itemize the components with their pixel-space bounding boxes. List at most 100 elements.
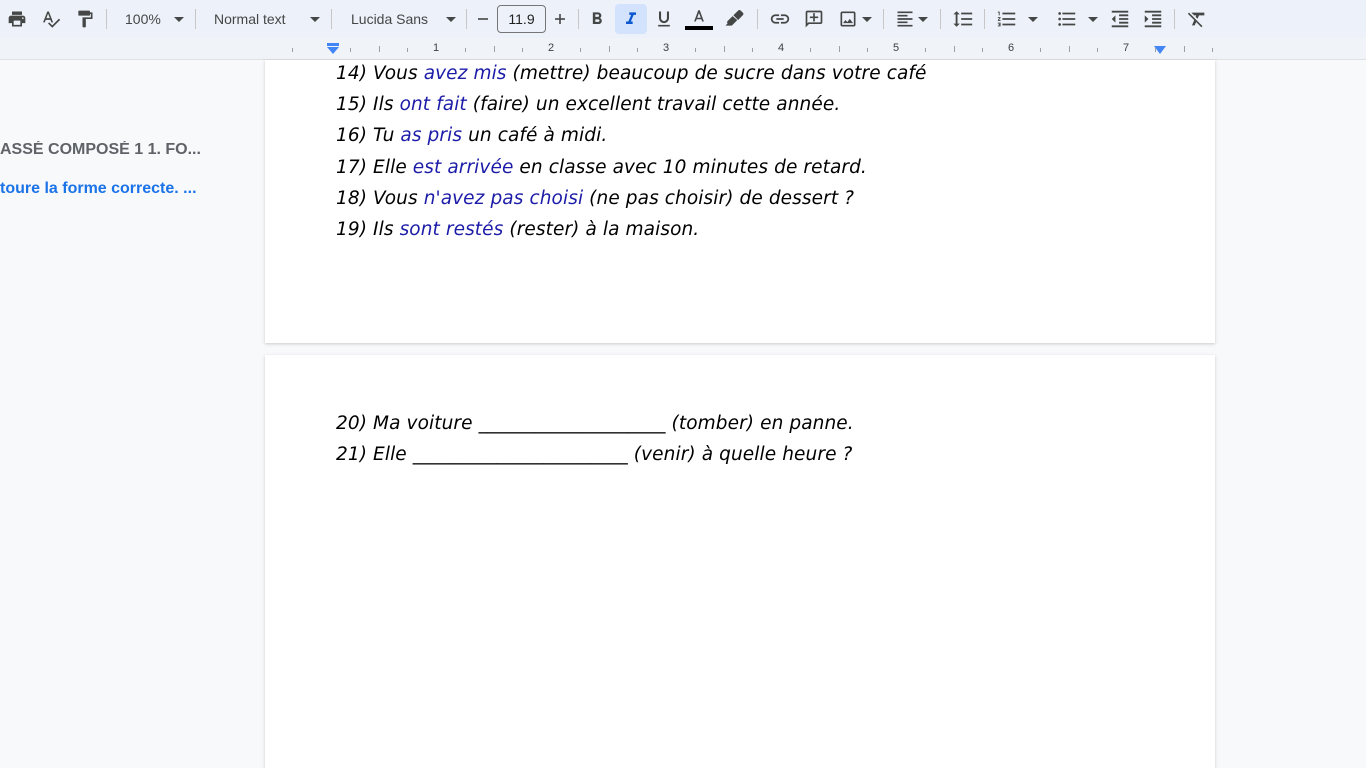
line-text: Vous — [373, 63, 424, 84]
ruler-number: 6 — [1007, 42, 1015, 54]
ruler-tick — [809, 48, 811, 52]
increase-indent-icon — [1144, 10, 1162, 28]
answer-text: avez mis — [423, 63, 507, 84]
italic-button[interactable] — [615, 4, 647, 34]
ruler-number: 7 — [1122, 42, 1130, 54]
document-page[interactable]: 20) Ma voiture ____________________ (tom… — [265, 355, 1215, 768]
ruler-number: 2 — [547, 42, 555, 54]
exercise-line: 19) Ils sont restés (rester) à la maison… — [336, 219, 699, 240]
line-spacing-icon — [953, 11, 973, 27]
ruler-tick — [982, 48, 984, 52]
toolbar-divider — [757, 9, 758, 29]
line-text: Vous — [373, 188, 424, 209]
underline-button[interactable] — [650, 4, 678, 34]
toolbar-divider — [106, 9, 107, 29]
chevron-down-icon — [310, 17, 320, 22]
ruler-tick — [752, 48, 754, 52]
spellcheck-icon[interactable] — [38, 4, 64, 34]
ruler-tick — [464, 48, 466, 52]
ruler-number: 4 — [777, 42, 785, 54]
ruler-tick — [723, 46, 725, 52]
line-text: un café à midi. — [462, 125, 608, 146]
horizontal-ruler[interactable]: 1 2 3 4 5 6 7 — [265, 42, 1215, 56]
left-indent-marker-icon[interactable] — [326, 43, 340, 55]
align-dropdown[interactable] — [890, 4, 932, 34]
toolbar-divider — [331, 9, 332, 29]
ruler-tick — [694, 48, 696, 52]
insert-link-button[interactable] — [765, 4, 795, 34]
line-number: 14) — [336, 63, 374, 84]
answer-text: n'avez pas choisi — [423, 188, 584, 209]
toolbar-divider — [984, 9, 985, 29]
toolbar-divider — [466, 9, 467, 29]
ruler-tick — [953, 46, 955, 52]
line-text: Elle — [373, 157, 413, 178]
font-family-dropdown[interactable]: Lucida Sans — [337, 4, 462, 34]
font-family-value: Lucida Sans — [351, 11, 429, 27]
highlight-color-button[interactable] — [720, 4, 748, 34]
toolbar-divider — [195, 9, 196, 29]
numbered-list-icon — [997, 11, 1016, 27]
line-number: 19) — [336, 219, 374, 240]
decrease-font-size-button[interactable] — [471, 4, 495, 34]
bulleted-list-dropdown[interactable] — [1052, 4, 1102, 34]
chevron-down-icon — [917, 16, 928, 22]
ruler-tick — [867, 48, 869, 52]
ruler-tick — [522, 48, 524, 52]
chevron-down-icon — [862, 16, 872, 22]
decrease-indent-icon — [1111, 10, 1129, 28]
chevron-down-icon — [1028, 16, 1038, 22]
zoom-value: 100% — [125, 11, 161, 27]
decrease-indent-button[interactable] — [1106, 4, 1134, 34]
print-icon[interactable] — [4, 4, 30, 34]
ruler-tick — [349, 48, 351, 52]
ruler-tick — [924, 48, 926, 52]
line-text: (mettre) beaucoup de sucre dans votre ca… — [506, 63, 927, 84]
font-size-input[interactable]: 11.9 — [497, 5, 546, 33]
document-page[interactable]: 14) Vous avez mis (mettre) beaucoup de s… — [265, 60, 1215, 343]
increase-font-size-button[interactable] — [548, 4, 572, 34]
clear-formatting-button[interactable] — [1182, 4, 1212, 34]
bold-button[interactable] — [583, 4, 611, 34]
exercise-line: 14) Vous avez mis (mettre) beaucoup de s… — [336, 63, 927, 84]
chevron-down-icon — [174, 17, 184, 22]
paragraph-style-dropdown[interactable]: Normal text — [200, 4, 326, 34]
text-color-swatch — [685, 25, 713, 30]
ruler-tick — [1154, 48, 1156, 52]
outline-subheading[interactable]: toure la forme correcte. ... — [0, 180, 250, 198]
ruler-tick — [407, 48, 409, 52]
zoom-dropdown[interactable]: 100% — [112, 4, 190, 34]
bulleted-list-icon — [1058, 12, 1076, 26]
answer-text: ont fait — [399, 94, 467, 115]
exercise-line: 21) Elle _______________________ (venir)… — [336, 444, 853, 465]
ruler-tick — [1183, 46, 1185, 52]
line-text: en classe avec 10 minutes de retard. — [513, 157, 867, 178]
ruler-tick — [608, 46, 610, 52]
image-icon — [840, 11, 856, 27]
text-color-button[interactable] — [684, 4, 714, 34]
exercise-line: 15) Ils ont fait (faire) un excellent tr… — [336, 94, 840, 115]
outline-heading[interactable]: ASSÉ COMPOSÉ 1 1. FO... — [0, 141, 250, 159]
ruler-tick — [1097, 48, 1099, 52]
ruler-tick — [493, 46, 495, 52]
toolbar-divider — [883, 9, 884, 29]
ruler-number: 3 — [662, 42, 670, 54]
ruler-number: 5 — [892, 42, 900, 54]
line-number: 15) — [336, 94, 374, 115]
align-left-icon — [897, 11, 912, 27]
clear-formatting-icon — [1187, 12, 1205, 28]
ruler-tick — [637, 48, 639, 52]
paint-format-icon[interactable] — [72, 4, 98, 34]
toolbar-divider — [940, 9, 941, 29]
insert-image-button[interactable] — [834, 4, 876, 34]
ruler-tick — [1039, 48, 1041, 52]
line-text: (rester) à la maison. — [503, 219, 700, 240]
toolbar-divider — [1174, 9, 1175, 29]
line-text: Ils — [373, 94, 400, 115]
numbered-list-dropdown[interactable] — [990, 4, 1044, 34]
increase-indent-button[interactable] — [1139, 4, 1167, 34]
exercise-line: 16) Tu as pris un café à midi. — [336, 125, 607, 146]
line-number: 18) — [336, 188, 374, 209]
line-spacing-button[interactable] — [948, 4, 978, 34]
insert-comment-button[interactable] — [800, 4, 828, 34]
